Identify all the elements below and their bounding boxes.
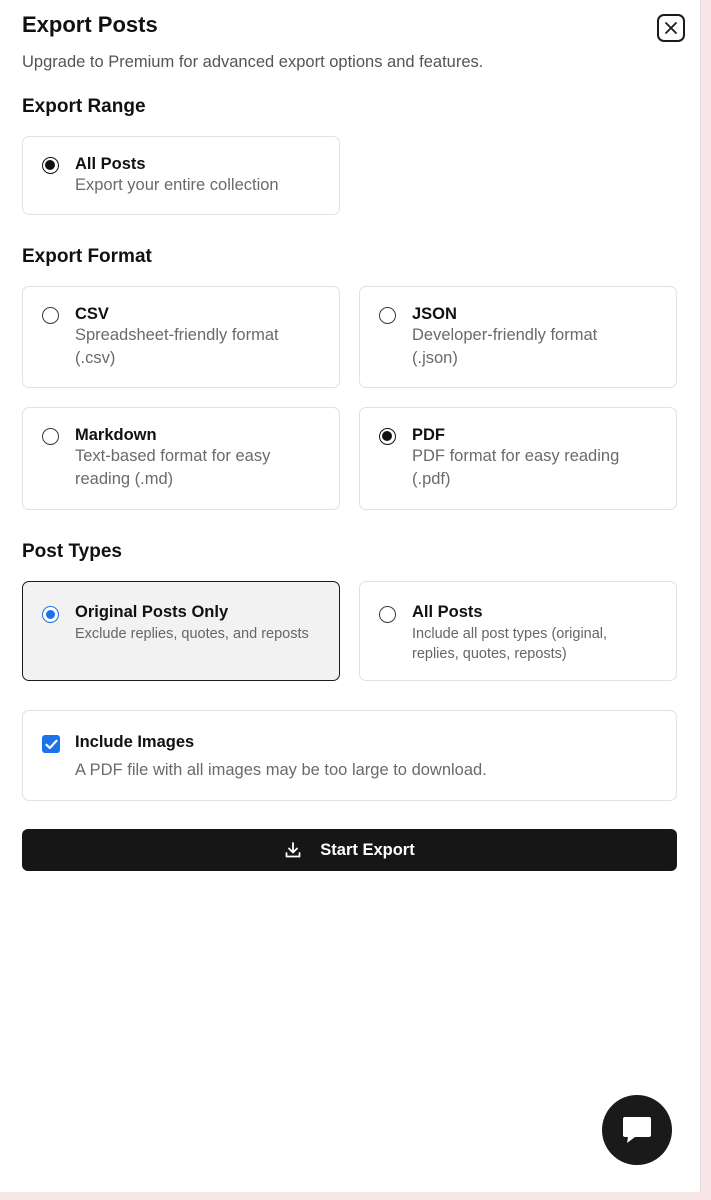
format-option-extension: reading (.md) [75, 470, 174, 488]
format-option-label: PDF [412, 426, 445, 444]
dialog-subtitle: Upgrade to Premium for advanced export o… [22, 53, 484, 71]
include-images-checkbox[interactable] [42, 735, 60, 753]
format-option-label: CSV [75, 305, 109, 323]
dialog-title: Export Posts [22, 12, 158, 37]
post-type-label: All Posts [412, 603, 483, 621]
format-option-description: Developer-friendly format [412, 326, 598, 344]
range-option-description: Export your entire collection [75, 176, 279, 194]
post-type-description: Include all post types (original, [412, 626, 608, 642]
format-option-description: PDF format for easy reading [412, 447, 620, 465]
format-option-markdown[interactable]: Markdown Text-based format for easy read… [22, 407, 340, 510]
format-option-label: JSON [412, 305, 457, 323]
post-type-description-cont: replies, quotes, reposts) [412, 646, 567, 662]
format-option-description: Text-based format for easy [75, 447, 271, 465]
post-type-description: Exclude replies, quotes, and reposts [75, 626, 309, 642]
format-json-radio[interactable] [379, 307, 396, 324]
chat-button[interactable] [602, 1095, 672, 1165]
format-option-label: Markdown [75, 426, 157, 444]
include-images-card: Include Images A PDF file with all image… [22, 710, 677, 801]
format-option-extension: (.csv) [75, 349, 116, 367]
range-option-label: All Posts [75, 155, 146, 173]
format-option-json[interactable]: JSON Developer-friendly format (.json) [359, 286, 677, 388]
format-option-description: Spreadsheet-friendly format [75, 326, 279, 344]
chat-icon [623, 1117, 651, 1143]
post-type-all-posts[interactable]: All Posts Include all post types (origin… [359, 581, 677, 681]
check-icon [44, 739, 58, 749]
format-option-extension: (.pdf) [412, 470, 451, 488]
post-type-original-only[interactable]: Original Posts Only Exclude replies, quo… [22, 581, 340, 681]
format-option-csv[interactable]: CSV Spreadsheet-friendly format (.csv) [22, 286, 340, 388]
include-images-note: A PDF file with all images may be too la… [75, 761, 487, 779]
include-images-label: Include Images [75, 733, 195, 751]
post-type-all-radio[interactable] [379, 606, 396, 623]
range-option-all-posts[interactable]: All Posts Export your entire collection [22, 136, 340, 215]
format-option-pdf[interactable]: PDF PDF format for easy reading (.pdf) [359, 407, 677, 510]
post-types-heading: Post Types [22, 541, 122, 562]
export-range-heading: Export Range [22, 96, 146, 117]
post-type-label: Original Posts Only [75, 603, 229, 621]
export-format-heading: Export Format [22, 246, 152, 267]
format-pdf-radio[interactable] [379, 428, 396, 445]
post-type-original-radio[interactable] [42, 606, 59, 623]
format-option-extension: (.json) [412, 349, 458, 367]
close-button[interactable] [657, 14, 685, 42]
range-all-posts-radio[interactable] [42, 157, 59, 174]
format-markdown-radio[interactable] [42, 428, 59, 445]
start-export-button[interactable]: Start Export [22, 829, 677, 871]
close-icon [665, 22, 677, 34]
export-dialog: Export Posts Upgrade to Premium for adva… [0, 0, 701, 1192]
download-icon [284, 841, 302, 859]
format-csv-radio[interactable] [42, 307, 59, 324]
start-export-label: Start Export [320, 840, 415, 859]
